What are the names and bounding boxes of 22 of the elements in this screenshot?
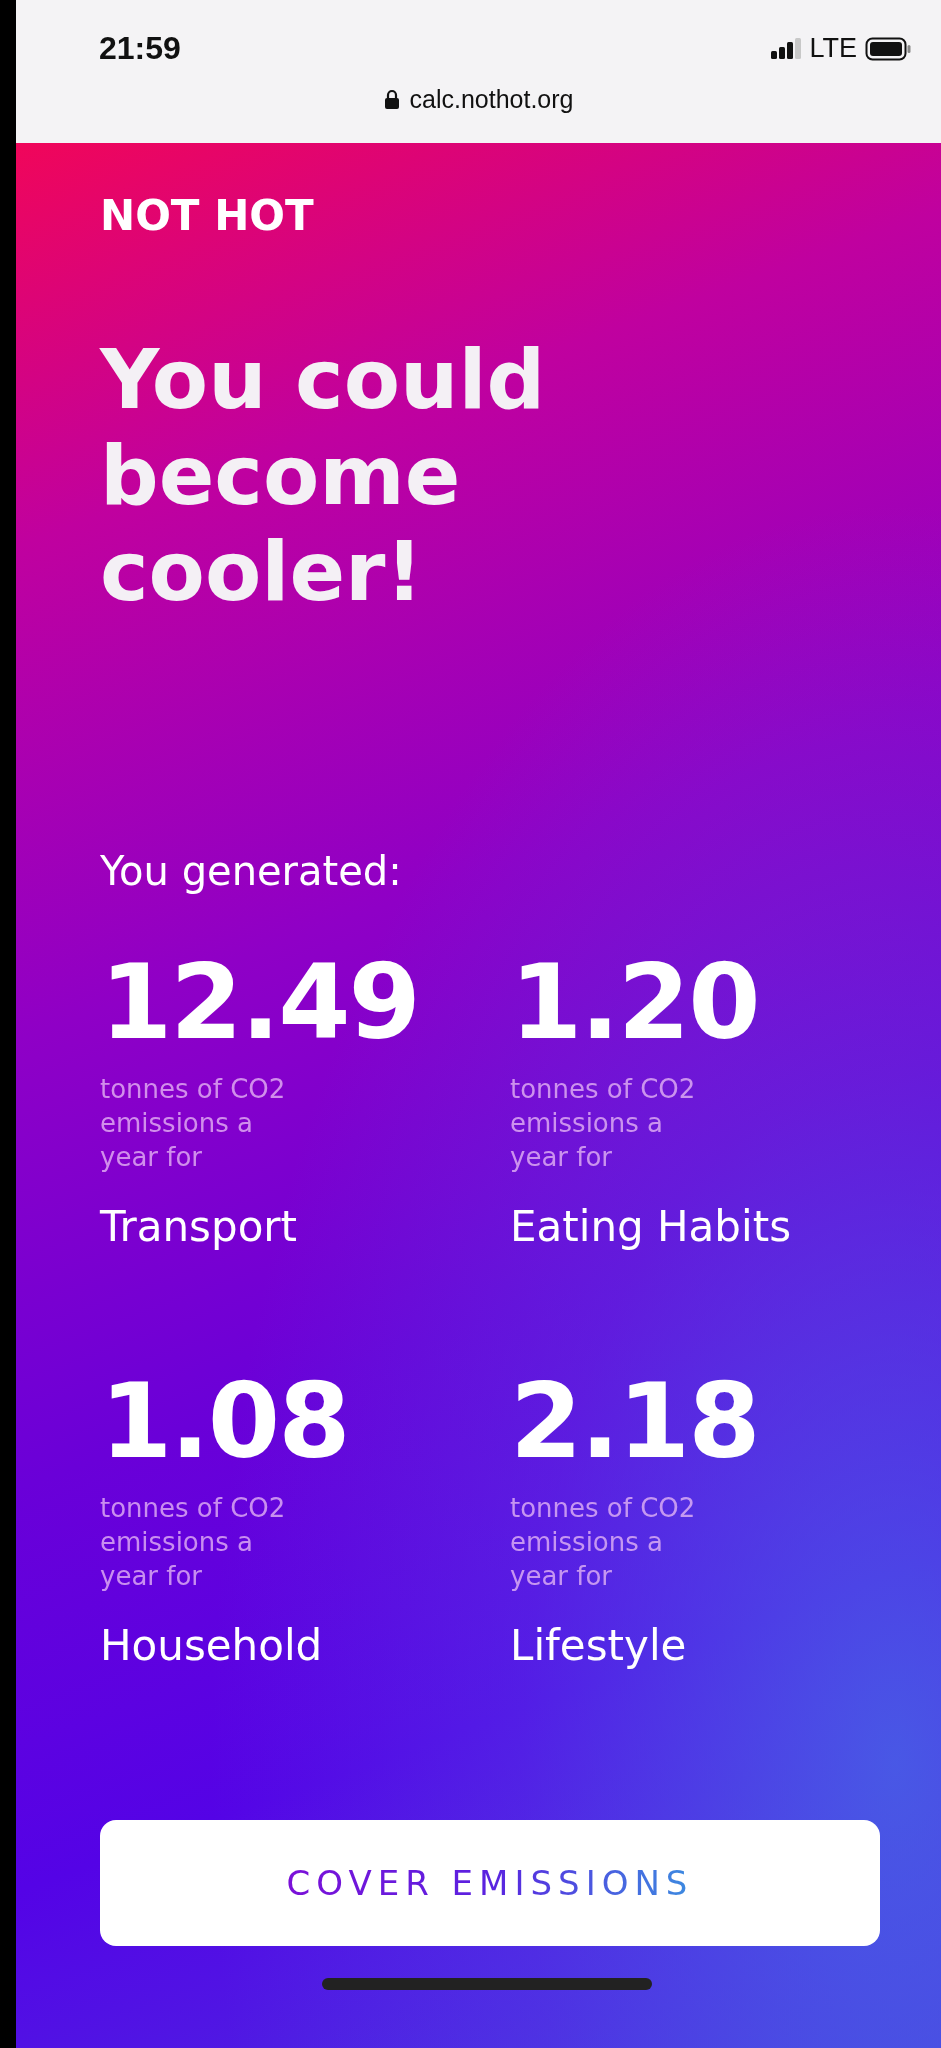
lock-icon (383, 89, 400, 110)
battery-icon (865, 36, 911, 61)
emission-value: 2.18 (510, 1361, 760, 1481)
emission-caption: tonnes of CO2 emissions a year for (510, 1492, 697, 1593)
category-label: Transport (100, 1202, 299, 1251)
clock-time: 21:59 (99, 30, 181, 67)
brand-logo[interactable]: NOT HOT (100, 191, 881, 240)
emission-value: 1.20 (510, 942, 760, 1062)
cover-emissions-button[interactable]: COVER EMISSIONS (100, 1820, 880, 1946)
signal-icon (771, 37, 802, 60)
category-label: Household (100, 1621, 324, 1670)
emission-value: 1.08 (100, 1361, 350, 1481)
url-text[interactable]: calc.nothot.org (409, 85, 574, 114)
emission-caption: tonnes of CO2 emissions a year for (100, 1073, 287, 1174)
headline: You could become cooler! (100, 332, 547, 620)
network-label: LTE (809, 33, 857, 64)
emission-caption: tonnes of CO2 emissions a year for (100, 1492, 287, 1593)
intro-text: You generated: (100, 848, 403, 894)
emission-caption: tonnes of CO2 emissions a year for (510, 1073, 697, 1174)
emission-value: 12.49 (100, 942, 420, 1062)
category-label: Eating Habits (510, 1202, 793, 1251)
category-label: Lifestyle (510, 1621, 688, 1670)
